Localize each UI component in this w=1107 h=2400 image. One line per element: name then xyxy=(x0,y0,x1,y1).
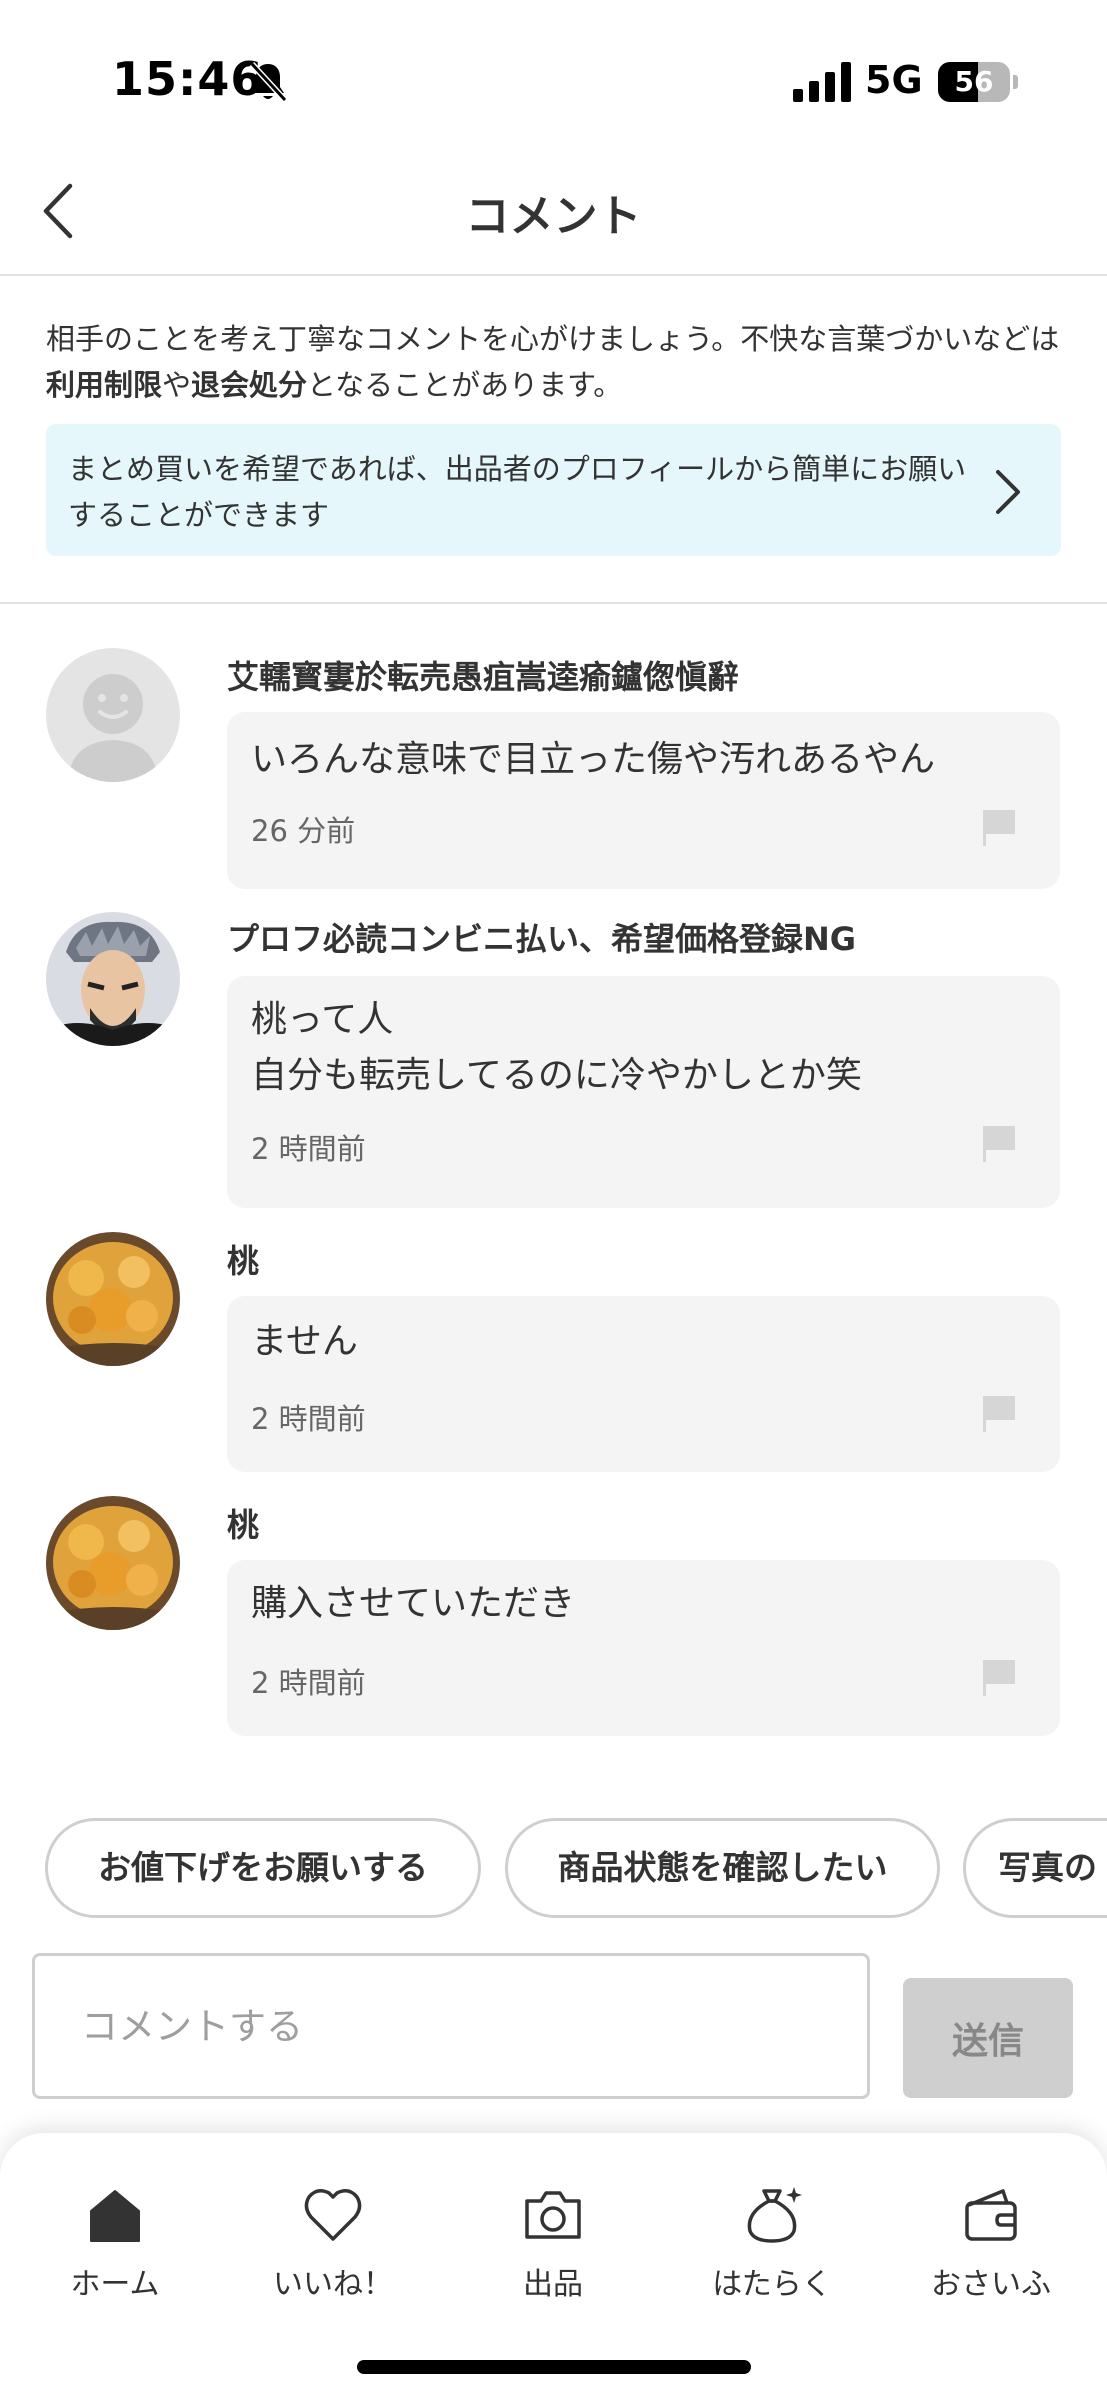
nav-wallet[interactable]: おさいふ xyxy=(891,2183,1091,2303)
comment-input[interactable] xyxy=(32,1953,870,2099)
notice-text: となることがあります。 xyxy=(307,368,623,402)
nav-sell[interactable]: 出品 xyxy=(453,2183,653,2303)
heart-icon xyxy=(304,2189,362,2241)
nav-label: はたらく xyxy=(712,2267,832,2302)
notice-bold-withdrawal: 退会処分 xyxy=(191,368,308,402)
nav-label: いいね！ xyxy=(273,2267,393,2302)
signal-icon xyxy=(793,62,851,102)
flag-icon[interactable] xyxy=(979,1658,1019,1698)
comment-item: プロフ必読コンビニ払い、希望価格登録NG 桃って人 自分も転売してるのに冷やかし… xyxy=(0,912,1107,1208)
comment-item: 艾轜寳寠於転売愚疽嵩逵瘉鑪偬愼辭 いろんな意味で目立った傷や汚れあるやん 26 … xyxy=(0,648,1107,889)
nav-work[interactable]: はたらく xyxy=(672,2183,872,2303)
comment-username[interactable]: プロフ必読コンビニ払い、希望価格登録NG xyxy=(227,914,856,960)
comment-bubble: ません 2 時間前 xyxy=(227,1296,1060,1472)
flag-icon[interactable] xyxy=(979,1394,1019,1434)
divider xyxy=(0,602,1107,604)
comment-text: 桃って人 自分も転売してるのに冷やかしとか笑 xyxy=(251,999,862,1096)
user-avatar[interactable] xyxy=(46,1496,180,1630)
comment-time: 2 時間前 xyxy=(251,1666,366,1700)
user-avatar[interactable] xyxy=(46,912,180,1046)
page-title: コメント xyxy=(465,191,642,242)
money-bag-icon xyxy=(747,2187,802,2243)
comment-item: 桃 ません 2 時間前 xyxy=(0,1232,1107,1472)
comment-text: ません xyxy=(251,1321,358,1362)
comment-bubble: いろんな意味で目立った傷や汚れあるやん 26 分前 xyxy=(227,712,1060,889)
home-icon xyxy=(90,2190,140,2242)
nav-home[interactable]: ホーム xyxy=(15,2183,215,2303)
status-bar: 15:46 5G 56 xyxy=(0,0,1107,150)
comment-bubble: 購入させていただき 2 時間前 xyxy=(227,1560,1060,1736)
flag-icon[interactable] xyxy=(979,1124,1019,1164)
comment-username[interactable]: 桃 xyxy=(227,1236,259,1282)
comment-bubble: 桃って人 自分も転売してるのに冷やかしとか笑 2 時間前 xyxy=(227,976,1060,1208)
wallet-icon xyxy=(965,2189,1017,2241)
nav-label: 出品 xyxy=(523,2267,583,2302)
user-avatar[interactable] xyxy=(46,1232,180,1366)
default-avatar[interactable] xyxy=(46,648,180,782)
nav-label: ホーム xyxy=(70,2267,160,2302)
comment-time: 2 時間前 xyxy=(251,1402,366,1436)
comment-text: いろんな意味で目立った傷や汚れあるやん xyxy=(251,739,936,780)
comment-item: 桃 購入させていただき 2 時間前 xyxy=(0,1496,1107,1736)
notice-bold-restriction: 利用制限 xyxy=(46,368,163,402)
notice-text: や xyxy=(162,368,192,402)
camera-icon xyxy=(525,2191,581,2239)
header: コメント xyxy=(0,150,1107,276)
battery-level: 56 xyxy=(954,65,994,98)
network-type: 5G xyxy=(865,58,923,102)
battery-icon: 56 xyxy=(938,62,1018,102)
chevron-right-icon xyxy=(996,470,1020,514)
bundle-purchase-banner[interactable]: まとめ買いを希望であれば、出品者のプロフィールから簡単にお願いすることができます xyxy=(46,424,1061,556)
bell-off-icon xyxy=(249,61,288,103)
comment-username[interactable]: 桃 xyxy=(227,1500,259,1546)
comment-text: 購入させていただき xyxy=(251,1583,576,1624)
flag-icon[interactable] xyxy=(979,808,1019,848)
status-time: 15:46 xyxy=(112,52,264,106)
banner-text: まとめ買いを希望であれば、出品者のプロフィールから簡単にお願いすることができます xyxy=(68,452,967,532)
nav-label: おさいふ xyxy=(931,2267,1051,2302)
comment-time: 2 時間前 xyxy=(251,1132,366,1166)
comment-username[interactable]: 艾轜寳寠於転売愚疽嵩逵瘉鑪偬愼辭 xyxy=(227,652,739,698)
comment-screen: 15:46 5G 56 コメント 相手のことを考え丁寧なコメントを心がけましょう… xyxy=(0,0,1107,2400)
chip-photo[interactable]: 写真の xyxy=(963,1818,1107,1918)
comment-guideline-notice: 相手のことを考え丁寧なコメントを心がけましょう。不快な言葉づかいなどは利用制限や… xyxy=(46,316,1066,408)
chip-price-down[interactable]: お値下げをお願いする xyxy=(45,1818,481,1918)
nav-likes[interactable]: いいね！ xyxy=(233,2183,433,2303)
quick-reply-chips: お値下げをお願いする 商品状態を確認したい 写真の xyxy=(0,1818,1107,1922)
home-indicator xyxy=(357,2360,751,2374)
comment-time: 26 分前 xyxy=(251,814,356,848)
chip-item-condition[interactable]: 商品状態を確認したい xyxy=(505,1818,940,1918)
send-button[interactable]: 送信 xyxy=(903,1978,1073,2098)
notice-text: 相手のことを考え丁寧なコメントを心がけましょう。不快な言葉づかいなどは xyxy=(46,322,1060,356)
